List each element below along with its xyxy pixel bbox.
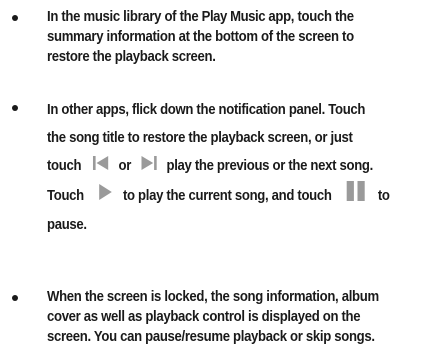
pause-icon bbox=[346, 181, 366, 211]
text-line: screen. You can pause/resume playback or… bbox=[47, 329, 375, 345]
text-line: restore the playback screen. bbox=[47, 49, 216, 65]
list-item-text: In other apps, flick down the notificati… bbox=[47, 96, 400, 239]
text-line: touch or play the previous or the next s… bbox=[47, 152, 400, 181]
list-item-text: When the screen is locked, the song info… bbox=[47, 287, 400, 347]
bullet-dot bbox=[12, 295, 18, 301]
text-line: pause. bbox=[47, 217, 87, 233]
app-name: Play Music bbox=[201, 9, 266, 25]
text-line: cover as well as playback control is dis… bbox=[47, 309, 361, 325]
previous-track-icon bbox=[92, 153, 109, 181]
play-icon bbox=[98, 183, 112, 211]
list-item-text: In the music library of the Play Music a… bbox=[47, 7, 400, 67]
text-line: In the music library of the Play Music a… bbox=[47, 9, 354, 25]
text-line: In other apps, flick down the notificati… bbox=[47, 102, 366, 118]
text-line: summary information at the bottom of the… bbox=[47, 29, 354, 45]
bullet-dot bbox=[12, 15, 18, 21]
text-line: Touch to play the current song, and touc… bbox=[47, 181, 400, 211]
text-line: the song title to restore the playback s… bbox=[47, 130, 353, 146]
bullet-dot bbox=[12, 105, 18, 111]
next-track-icon bbox=[141, 153, 157, 181]
text-line: When the screen is locked, the song info… bbox=[47, 289, 379, 305]
